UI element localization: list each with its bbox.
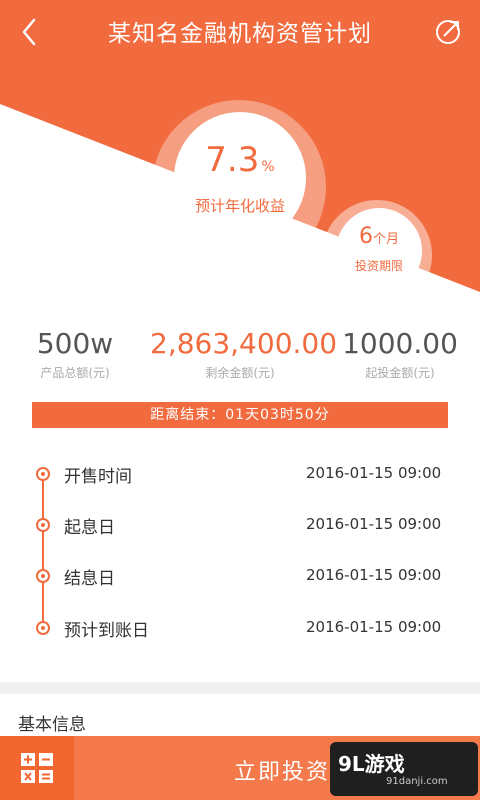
timeline-item: 结息日 2016-01-15 09:00 [0,550,480,602]
back-chevron-icon [22,18,36,46]
timeline-label: 预计到账日 [64,621,149,641]
rate-label: 预计年化收益 [194,197,285,215]
top-bar: 某知名金融机构资管计划 [0,0,480,64]
timeline-dot-icon [36,569,50,583]
timeline-item: 开售时间 2016-01-15 09:00 [0,448,480,500]
watermark: 9L游戏 91danji.com [330,742,478,796]
timeline-dot-icon [36,518,50,532]
timeline-item: 起息日 2016-01-15 09:00 [0,499,480,551]
rate-unit: % [261,159,275,175]
timeline-date: 2016-01-15 09:00 [306,566,442,584]
min-invest-value: 1000.00 [342,327,458,360]
stat-remaining: 2,863,400.00 剩余金额(元) [150,326,338,381]
calculator-button[interactable] [0,736,74,800]
basic-info-heading[interactable]: 基本信息 [18,710,86,735]
timeline-label: 开售时间 [64,467,132,487]
rate-circle: 7.3% 预计年化收益 [174,112,306,244]
share-button[interactable] [428,12,468,52]
total-amount-value: 500w [36,327,114,360]
min-invest-label: 起投金额(元) [365,366,435,380]
timeline-item: 预计到账日 2016-01-15 09:00 [0,602,480,654]
share-icon [436,20,460,44]
timeline-dot-icon [36,467,50,481]
timeline-date: 2016-01-15 09:00 [306,464,442,482]
stat-total: 500w 产品总额(元) [30,326,120,381]
timeline-label: 起息日 [64,518,115,538]
period-circle: 6个月 投资期限 [336,208,422,294]
total-amount-label: 产品总额(元) [40,366,110,380]
section-divider [0,682,480,694]
product-stats: 500w 产品总额(元) 2,863,400.00 剩余金额(元) 1000.0… [0,326,480,386]
watermark-logo: 9L游戏 [338,752,405,776]
timeline-label: 结息日 [64,569,115,589]
remaining-amount-value: 2,863,400.00 [150,327,338,360]
timeline-date: 2016-01-15 09:00 [306,515,442,533]
stat-minimum: 1000.00 起投金额(元) [340,326,460,381]
countdown-bar: 距离结束：01天03时50分 [32,402,448,428]
timeline-dot-icon [36,621,50,635]
calculator-icon [21,753,53,783]
timeline: 开售时间 2016-01-15 09:00 起息日 2016-01-15 09:… [0,448,480,648]
timeline-date: 2016-01-15 09:00 [306,618,442,636]
invest-now-label: 立即投资 [234,760,331,785]
period-unit: 个月 [372,232,399,247]
hero-banner: 某知名金融机构资管计划 7.3% 预计年化收益 6个月 投资期限 [0,0,480,316]
page-title: 某知名金融机构资管计划 [108,21,372,47]
watermark-site: 91danji.com [386,776,448,787]
period-value: 6个月 [358,224,399,249]
period-label: 投资期限 [354,259,403,273]
remaining-amount-label: 剩余金额(元) [205,366,275,380]
back-button[interactable] [10,12,50,52]
rate-value: 7.3% [205,140,275,180]
